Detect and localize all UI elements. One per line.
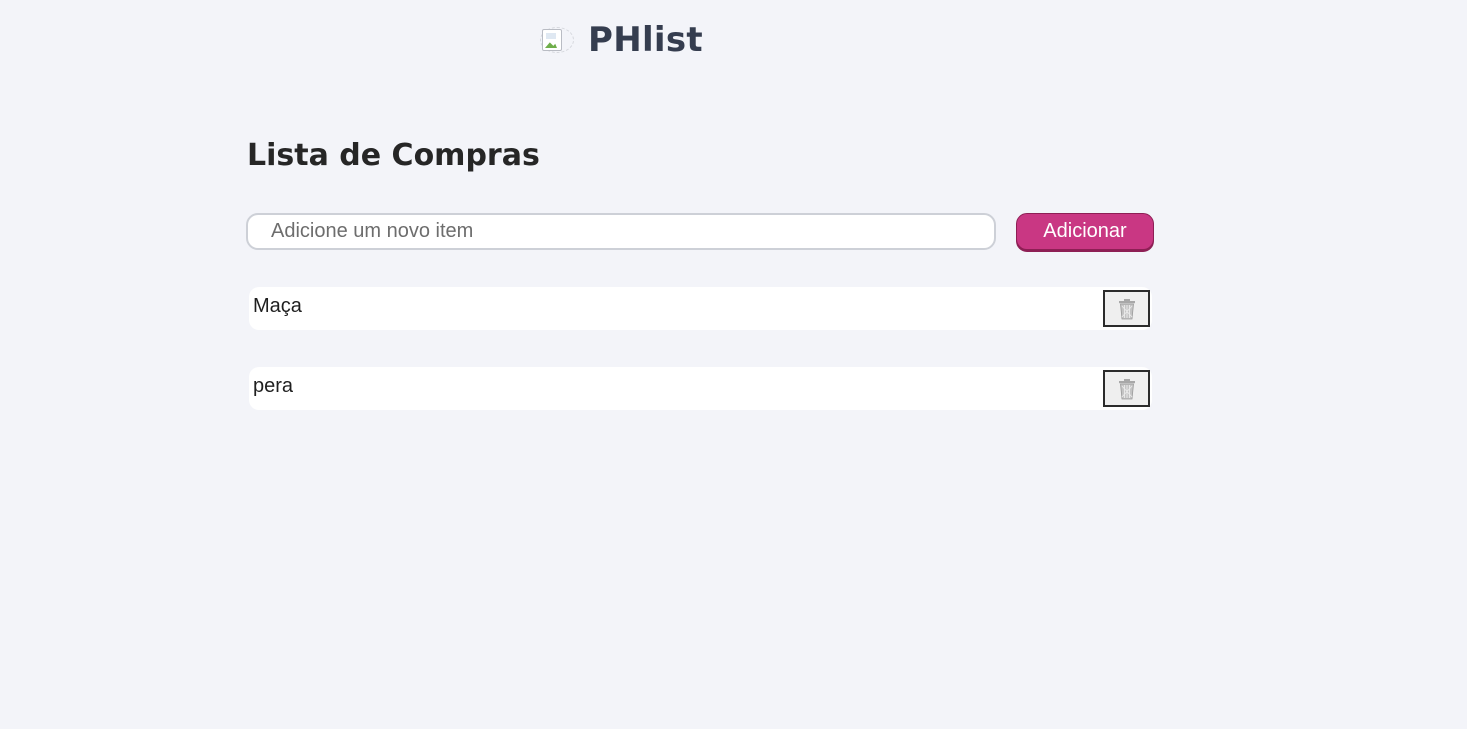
list-item: pera xyxy=(249,367,1152,410)
delete-item-button[interactable] xyxy=(1103,370,1150,407)
list-item-label: pera xyxy=(253,375,294,397)
shopping-list: Maça pera xyxy=(249,287,1152,447)
list-item-label: Maça xyxy=(253,295,302,317)
add-item-form: Adicionar xyxy=(246,213,1154,250)
site-header: PHlist xyxy=(540,18,703,62)
page-title: Lista de Compras xyxy=(247,138,540,173)
broken-image-icon xyxy=(540,25,576,55)
brand-title: PHlist xyxy=(588,20,703,60)
list-item: Maça xyxy=(249,287,1152,330)
add-button[interactable]: Adicionar xyxy=(1016,213,1154,250)
trash-icon xyxy=(1118,298,1135,319)
new-item-input[interactable] xyxy=(246,213,996,250)
delete-item-button[interactable] xyxy=(1103,290,1150,327)
trash-icon xyxy=(1118,378,1135,399)
